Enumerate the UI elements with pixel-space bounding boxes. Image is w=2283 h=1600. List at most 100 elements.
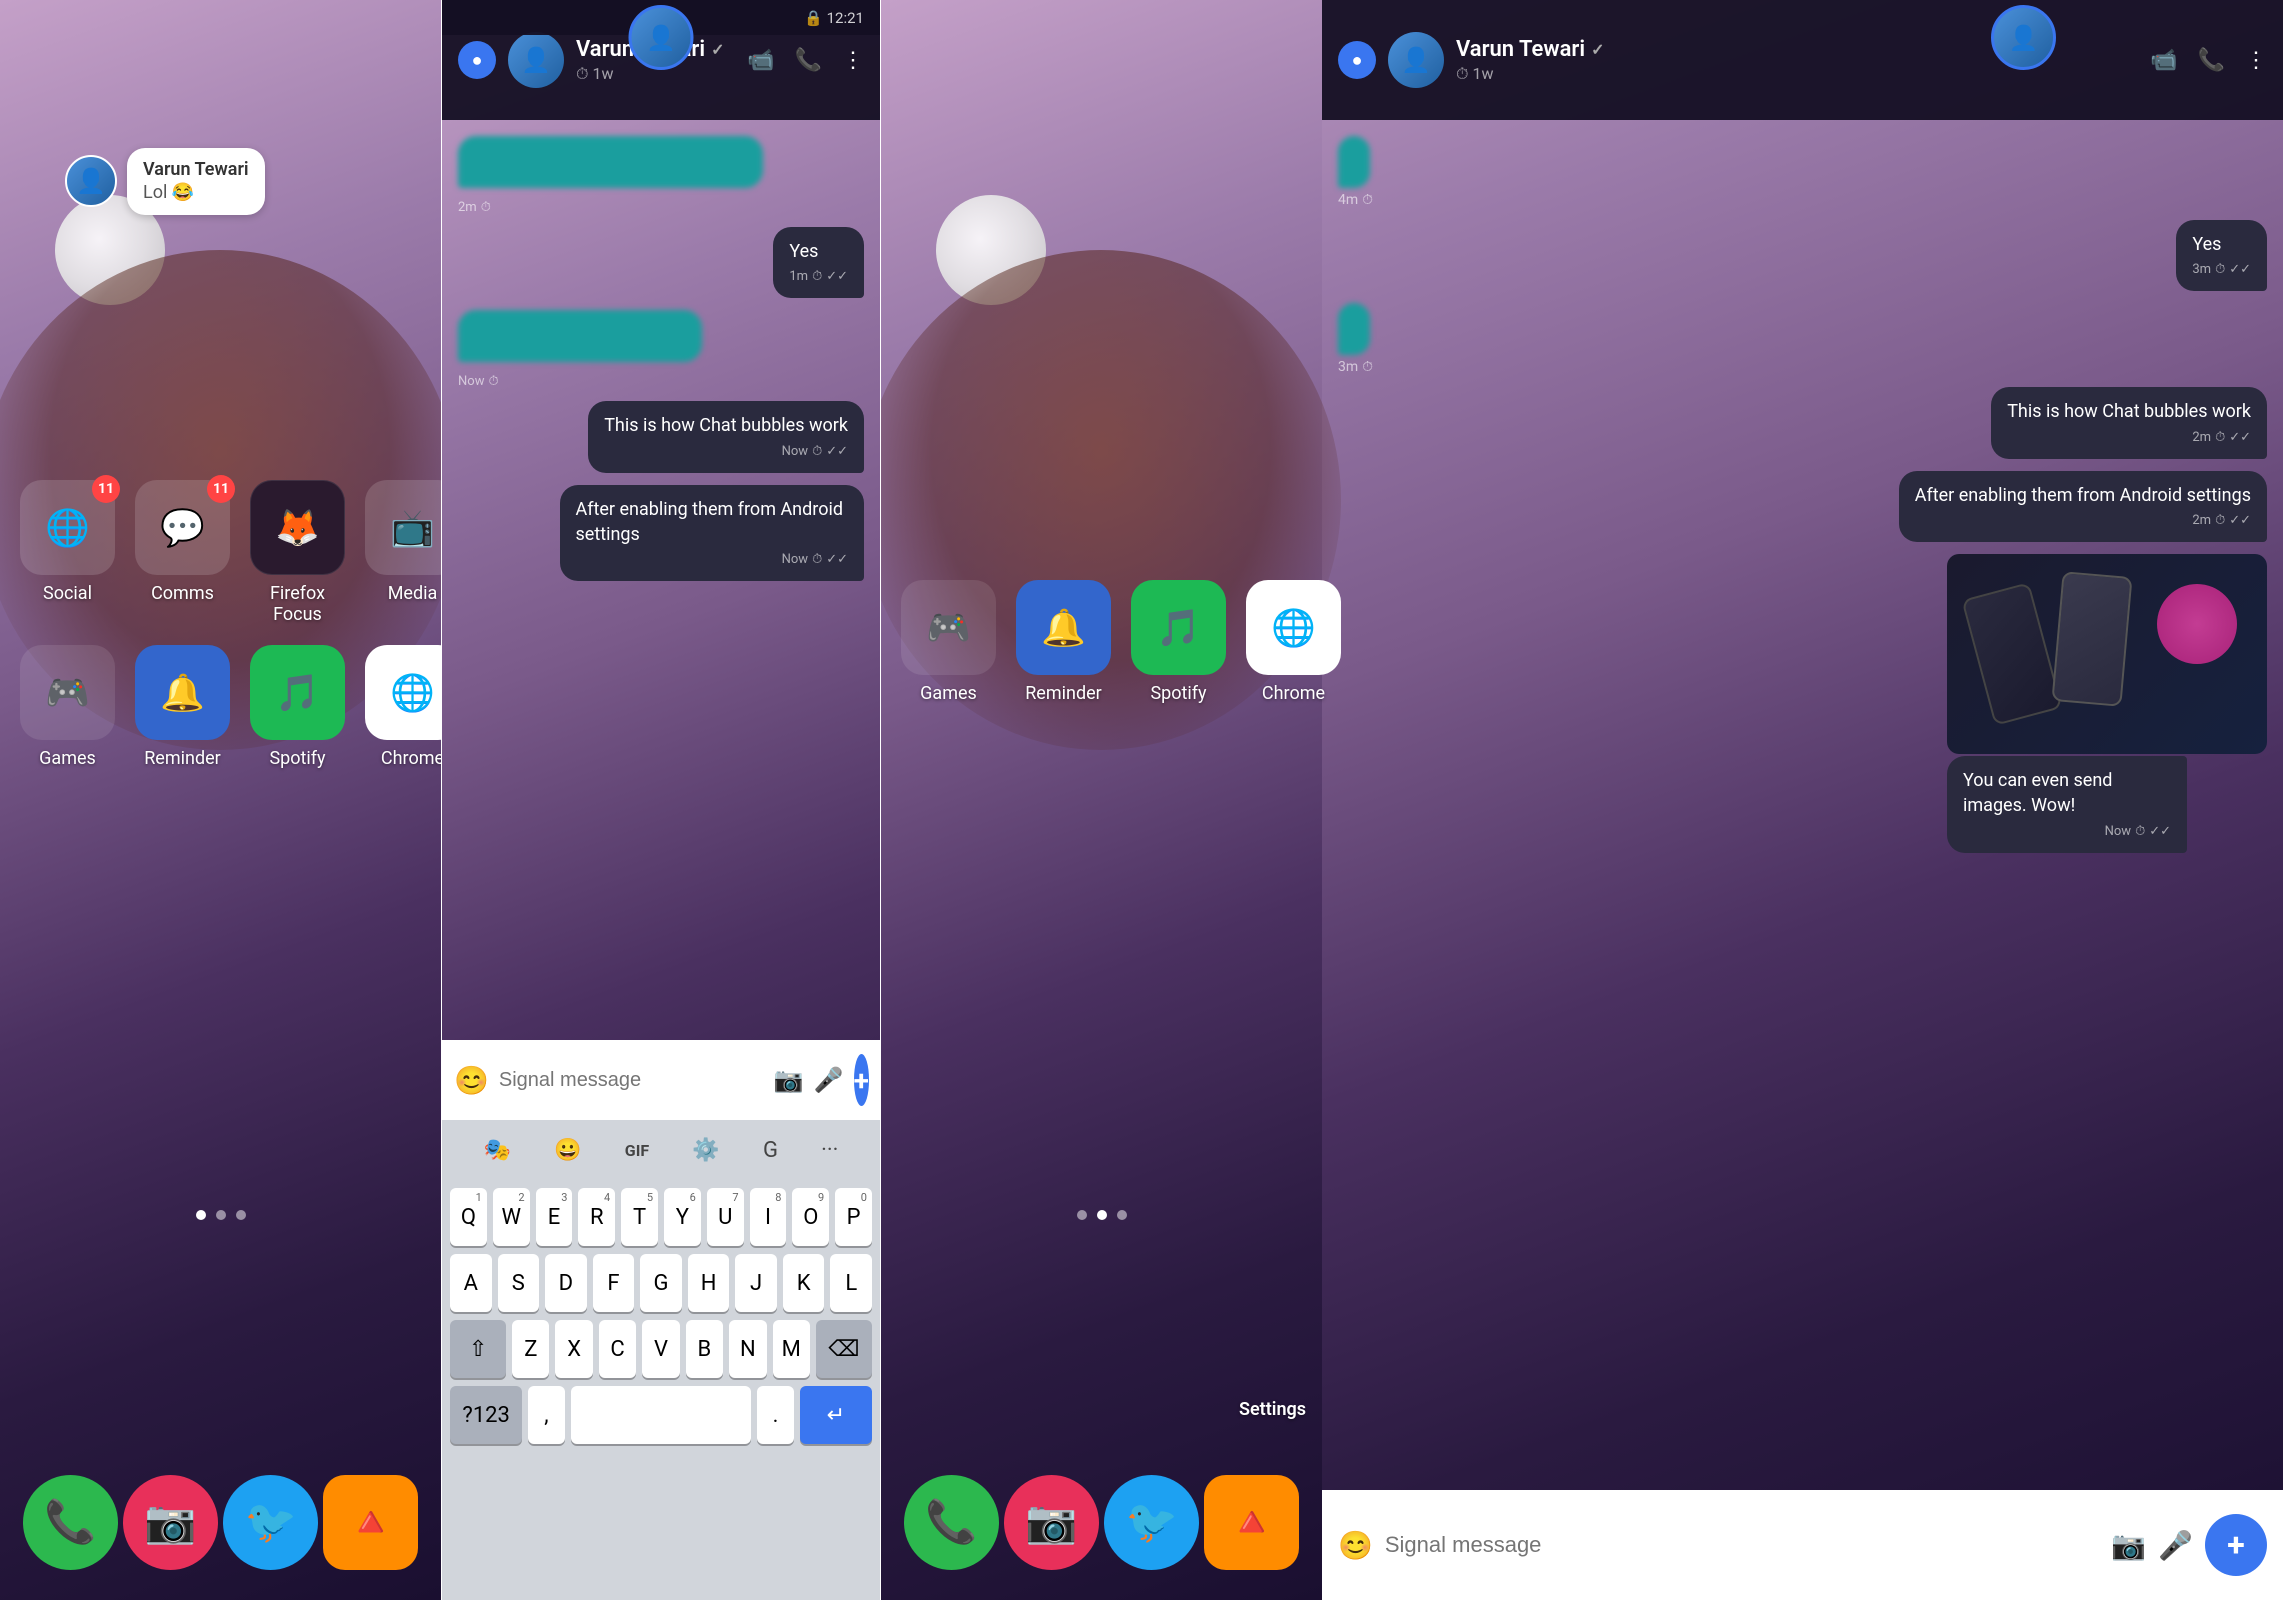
key-e[interactable]: 3E xyxy=(536,1188,573,1246)
right-spotify-label: Spotify xyxy=(1150,683,1206,704)
space-key[interactable] xyxy=(571,1386,752,1444)
kb-gif-tool[interactable]: GIF xyxy=(625,1141,649,1160)
key-g[interactable]: G xyxy=(640,1254,682,1312)
right-dock-twitter[interactable]: 🐦 xyxy=(1104,1475,1199,1570)
key-p[interactable]: 0P xyxy=(835,1188,872,1246)
key-i[interactable]: 8I xyxy=(750,1188,787,1246)
right-app-games[interactable]: 🎮 Games xyxy=(901,580,996,704)
emoji-button[interactable]: 😊 xyxy=(454,1064,489,1097)
games-icon-img[interactable]: 🎮 xyxy=(20,645,115,740)
games-label: Games xyxy=(39,748,96,769)
key-n[interactable]: N xyxy=(729,1320,766,1378)
key-t[interactable]: 5T xyxy=(621,1188,658,1246)
key-q[interactable]: 1Q xyxy=(450,1188,487,1246)
right-reminder-icon[interactable]: 🔔 xyxy=(1016,580,1111,675)
key-d[interactable]: D xyxy=(545,1254,587,1312)
reminder-icon-img[interactable]: 🔔 xyxy=(135,645,230,740)
backspace-key[interactable]: ⌫ xyxy=(816,1320,872,1378)
camera-button[interactable]: 📷 xyxy=(774,1066,804,1094)
app-social[interactable]: 🌐 11 Social xyxy=(20,480,115,625)
dock-phone[interactable]: 📞 xyxy=(23,1475,118,1570)
key-s[interactable]: S xyxy=(498,1254,540,1312)
key-l[interactable]: L xyxy=(830,1254,872,1312)
key-y[interactable]: 6Y xyxy=(664,1188,701,1246)
kb-emoji-tool[interactable]: 🎭 xyxy=(484,1138,511,1163)
right-video-call-icon[interactable]: 📹 xyxy=(2150,48,2177,73)
middle-contact-avatar: 👤 xyxy=(508,32,564,88)
right-msg-chat-bubbles: This is how Chat bubbles work 2m ⏱ ✓✓ xyxy=(1991,387,2267,458)
right-msg-1-group: 4m⏱ xyxy=(1338,136,1373,208)
key-w[interactable]: 2W xyxy=(493,1188,530,1246)
chrome-icon-img[interactable]: 🌐 xyxy=(365,645,441,740)
key-u[interactable]: 7U xyxy=(707,1188,744,1246)
key-a[interactable]: A xyxy=(450,1254,492,1312)
phone-device-2 xyxy=(2051,571,2132,707)
voice-call-icon[interactable]: 📞 xyxy=(795,48,822,73)
app-reminder[interactable]: 🔔 Reminder xyxy=(135,645,230,769)
right-profile-top: 👤 xyxy=(1991,5,2056,70)
settings-label: Settings xyxy=(1239,1399,1306,1420)
app-games[interactable]: 🎮 Games xyxy=(20,645,115,769)
right-message-input[interactable] xyxy=(1385,1532,2099,1558)
more-options-icon[interactable]: ⋮ xyxy=(842,48,864,73)
right-more-options-icon[interactable]: ⋮ xyxy=(2245,48,2267,73)
symbols-key[interactable]: ?123 xyxy=(450,1386,522,1444)
key-h[interactable]: H xyxy=(688,1254,730,1312)
kb-translate-tool[interactable]: G xyxy=(763,1138,778,1163)
kb-row-2: A S D F G H J K L xyxy=(450,1254,872,1312)
firefox-icon-img[interactable]: 🦊 xyxy=(250,480,345,575)
app-comms[interactable]: 💬 11 Comms xyxy=(135,480,230,625)
video-call-icon[interactable]: 📹 xyxy=(747,48,774,73)
right-app-reminder[interactable]: 🔔 Reminder xyxy=(1016,580,1111,704)
right-dock-camera[interactable]: 📷 xyxy=(1004,1475,1099,1570)
key-z[interactable]: Z xyxy=(512,1320,549,1378)
media-icon-img[interactable]: 📺 xyxy=(365,480,441,575)
dock-twitter[interactable]: 🐦 xyxy=(223,1475,318,1570)
key-f[interactable]: F xyxy=(593,1254,635,1312)
app-chrome[interactable]: 🌐 Chrome xyxy=(365,645,441,769)
app-spotify[interactable]: 🎵 Spotify xyxy=(250,645,345,769)
right-dot-1 xyxy=(1077,1210,1087,1220)
right-mic-button[interactable]: 🎤 xyxy=(2158,1529,2193,1562)
right-app-spotify[interactable]: 🎵 Spotify xyxy=(1131,580,1226,704)
app-media[interactable]: 📺 Media xyxy=(365,480,441,625)
key-x[interactable]: X xyxy=(555,1320,592,1378)
key-k[interactable]: K xyxy=(783,1254,825,1312)
right-emoji-button[interactable]: 😊 xyxy=(1338,1529,1373,1562)
right-send-button[interactable]: + xyxy=(2205,1514,2267,1576)
send-button[interactable]: + xyxy=(854,1054,869,1106)
social-badge: 11 xyxy=(92,475,120,503)
middle-signal-panel: 👤 🔒 12:21 ● 👤 Varun Tewari ✓ ⏱ 1w 📹 📞 ⋮ xyxy=(441,0,881,1600)
msg-time-3: Now ⏱ xyxy=(458,374,864,389)
key-c[interactable]: C xyxy=(599,1320,636,1378)
comma-key[interactable]: , xyxy=(528,1386,564,1444)
shift-key[interactable]: ⇧ xyxy=(450,1320,506,1378)
right-voice-call-icon[interactable]: 📞 xyxy=(2198,48,2225,73)
kb-settings-tool[interactable]: ⚙️ xyxy=(692,1138,719,1163)
enter-key[interactable]: ↵ xyxy=(800,1386,872,1444)
dock-camera[interactable]: 📷 xyxy=(123,1475,218,1570)
right-camera-button[interactable]: 📷 xyxy=(2111,1529,2146,1562)
app-firefox[interactable]: 🦊 Firefox Focus xyxy=(250,480,345,625)
right-spotify-icon[interactable]: 🎵 xyxy=(1131,580,1226,675)
key-o[interactable]: 9O xyxy=(792,1188,829,1246)
comms-icon-img[interactable]: 💬 11 xyxy=(135,480,230,575)
key-m[interactable]: M xyxy=(773,1320,810,1378)
key-r[interactable]: 4R xyxy=(578,1188,615,1246)
key-b[interactable]: B xyxy=(686,1320,723,1378)
spotify-icon-img[interactable]: 🎵 xyxy=(250,645,345,740)
kb-sticker-tool[interactable]: 😀 xyxy=(554,1138,581,1163)
key-v[interactable]: V xyxy=(642,1320,679,1378)
right-dock-navigate[interactable]: 🔺 xyxy=(1204,1475,1299,1570)
middle-input-bar: 😊 📷 🎤 + xyxy=(442,1040,880,1120)
kb-more-tool[interactable]: ··· xyxy=(821,1138,838,1163)
dock-navigate[interactable]: 🔺 xyxy=(323,1475,418,1570)
message-input[interactable] xyxy=(499,1069,764,1092)
period-key[interactable]: . xyxy=(757,1386,793,1444)
mic-button[interactable]: 🎤 xyxy=(814,1066,844,1094)
right-dock-phone[interactable]: 📞 xyxy=(904,1475,999,1570)
key-j[interactable]: J xyxy=(735,1254,777,1312)
social-icon-img[interactable]: 🌐 11 xyxy=(20,480,115,575)
chat-notification[interactable]: 👤 Varun Tewari Lol 😂 xyxy=(65,148,265,215)
right-games-icon[interactable]: 🎮 xyxy=(901,580,996,675)
